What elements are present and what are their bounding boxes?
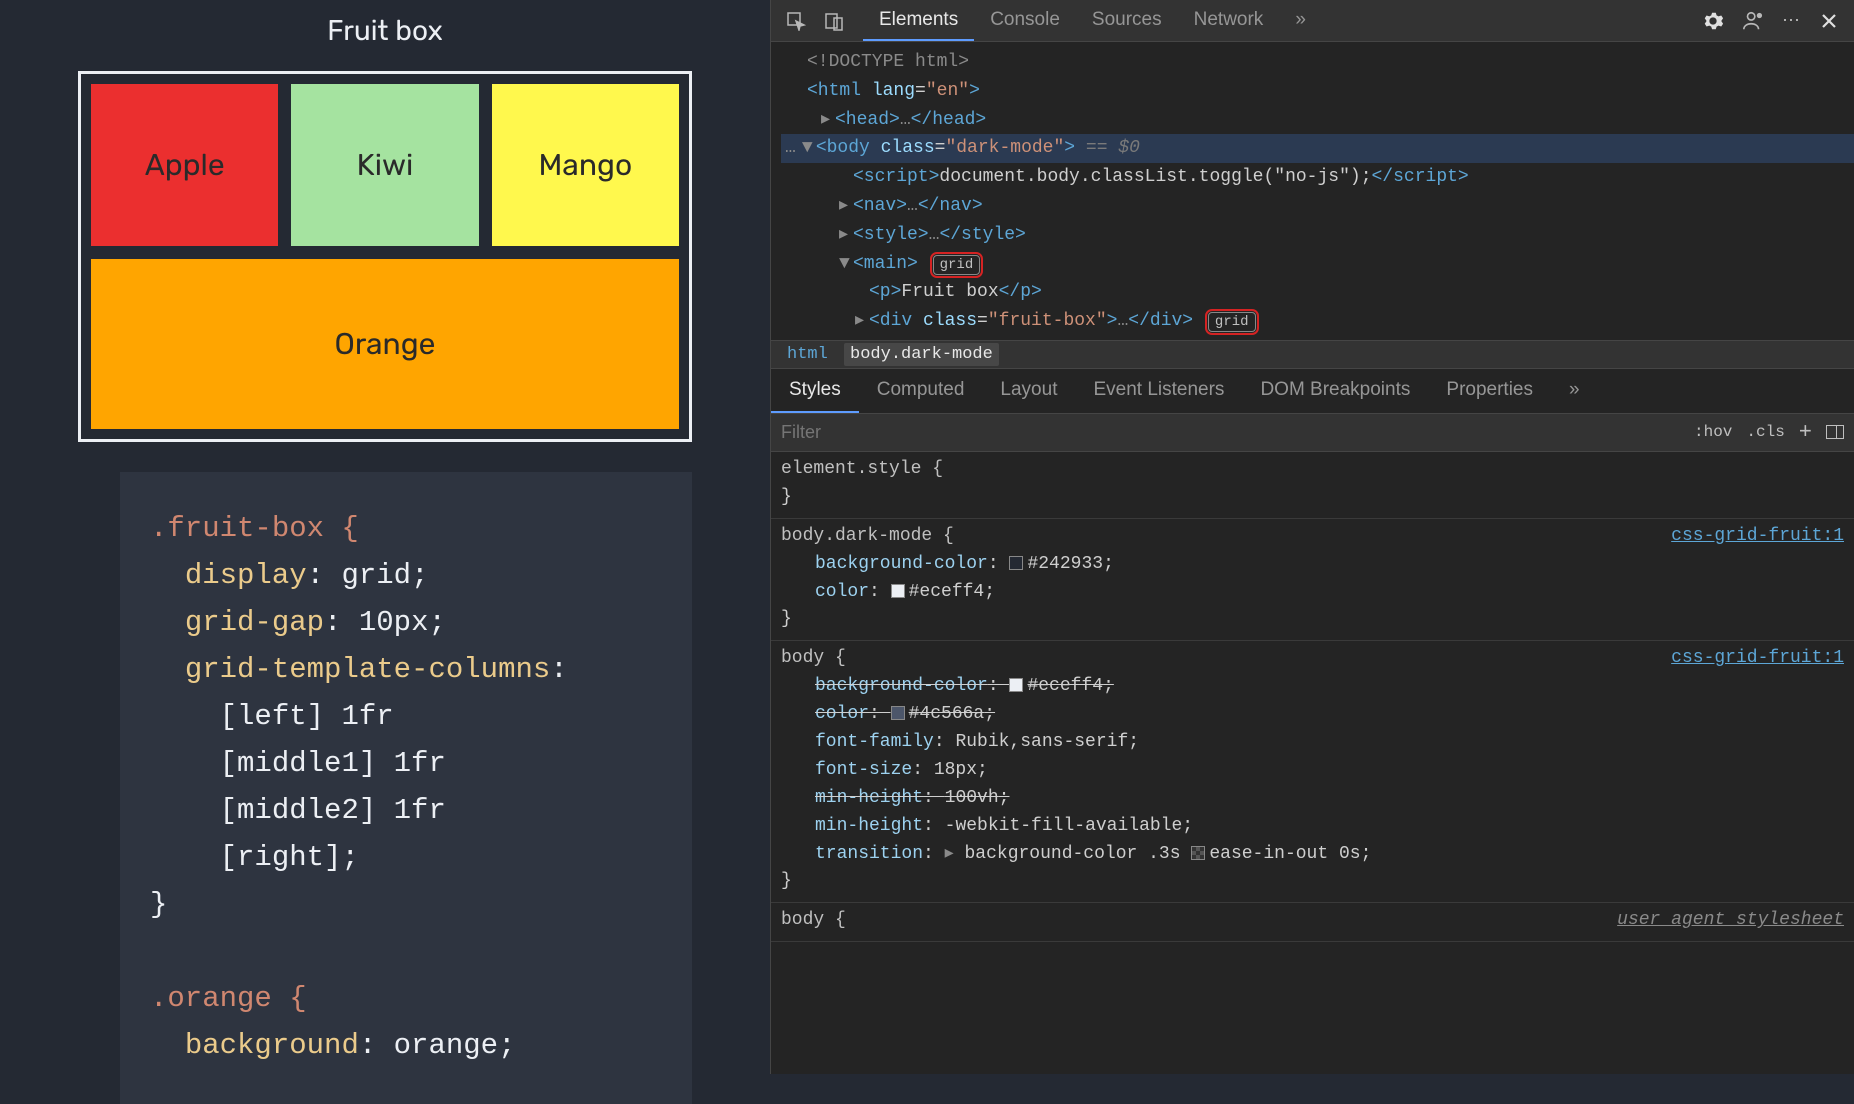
tab-overflow[interactable]: » — [1279, 0, 1322, 41]
tab-network[interactable]: Network — [1178, 0, 1280, 41]
dom-node-body[interactable]: …▼<body class="dark-mode"> == $0 — [781, 134, 1854, 163]
source-code-block: .fruit-box { display: grid; grid-gap: 10… — [120, 472, 692, 1104]
hov-toggle[interactable]: :hov — [1694, 423, 1732, 441]
breadcrumb-body[interactable]: body.dark-mode — [844, 343, 999, 366]
subtab-dom-breakpoints[interactable]: DOM Breakpoints — [1242, 369, 1428, 413]
subtab-overflow[interactable]: » — [1551, 369, 1598, 413]
device-toggle-icon[interactable] — [817, 4, 851, 38]
tab-console[interactable]: Console — [974, 0, 1076, 41]
close-icon[interactable] — [1820, 12, 1838, 30]
styles-filter-bar: :hov .cls + — [771, 414, 1854, 452]
fruit-apple: Apple — [91, 84, 278, 246]
subtab-computed[interactable]: Computed — [859, 369, 983, 413]
subtab-properties[interactable]: Properties — [1428, 369, 1551, 413]
styles-filter-input[interactable] — [781, 422, 1680, 443]
dom-tree[interactable]: <!DOCTYPE html> <html lang="en"> ▸<head>… — [771, 42, 1854, 340]
devtools-panel: Elements Console Sources Network » ⋯ <!D… — [770, 0, 1854, 1074]
fruit-kiwi: Kiwi — [291, 84, 478, 246]
styles-tabs: Styles Computed Layout Event Listeners D… — [771, 368, 1854, 414]
fruit-box-grid: Apple Kiwi Mango Orange — [78, 71, 692, 442]
account-icon[interactable] — [1742, 10, 1764, 32]
tab-elements[interactable]: Elements — [863, 0, 974, 41]
cls-toggle[interactable]: .cls — [1746, 423, 1784, 441]
fruit-mango: Mango — [492, 84, 679, 246]
styles-rules-list[interactable]: element.style { } body.dark-mode { css-g… — [771, 452, 1854, 1074]
inspect-element-icon[interactable] — [779, 4, 813, 38]
grid-badge[interactable]: grid — [933, 255, 981, 275]
breadcrumb-html[interactable]: html — [781, 343, 834, 366]
subtab-event-listeners[interactable]: Event Listeners — [1075, 369, 1242, 413]
source-link[interactable]: css-grid-fruit:1 — [1671, 523, 1844, 551]
rendered-page: Fruit box Apple Kiwi Mango Orange .fruit… — [0, 0, 770, 1074]
page-title: Fruit box — [0, 14, 770, 47]
devtools-toolbar: Elements Console Sources Network » ⋯ — [771, 0, 1854, 42]
subtab-layout[interactable]: Layout — [982, 369, 1075, 413]
subtab-styles[interactable]: Styles — [771, 369, 859, 413]
new-style-rule-icon[interactable]: + — [1799, 420, 1812, 445]
kebab-icon[interactable]: ⋯ — [1782, 10, 1802, 31]
fruit-orange: Orange — [91, 259, 679, 429]
toggle-sidebar-icon[interactable] — [1826, 425, 1844, 439]
tab-sources[interactable]: Sources — [1076, 0, 1178, 41]
gear-icon[interactable] — [1702, 10, 1724, 32]
grid-badge[interactable]: grid — [1208, 312, 1256, 332]
source-link[interactable]: css-grid-fruit:1 — [1671, 645, 1844, 673]
dom-breadcrumbs[interactable]: html body.dark-mode — [771, 340, 1854, 368]
